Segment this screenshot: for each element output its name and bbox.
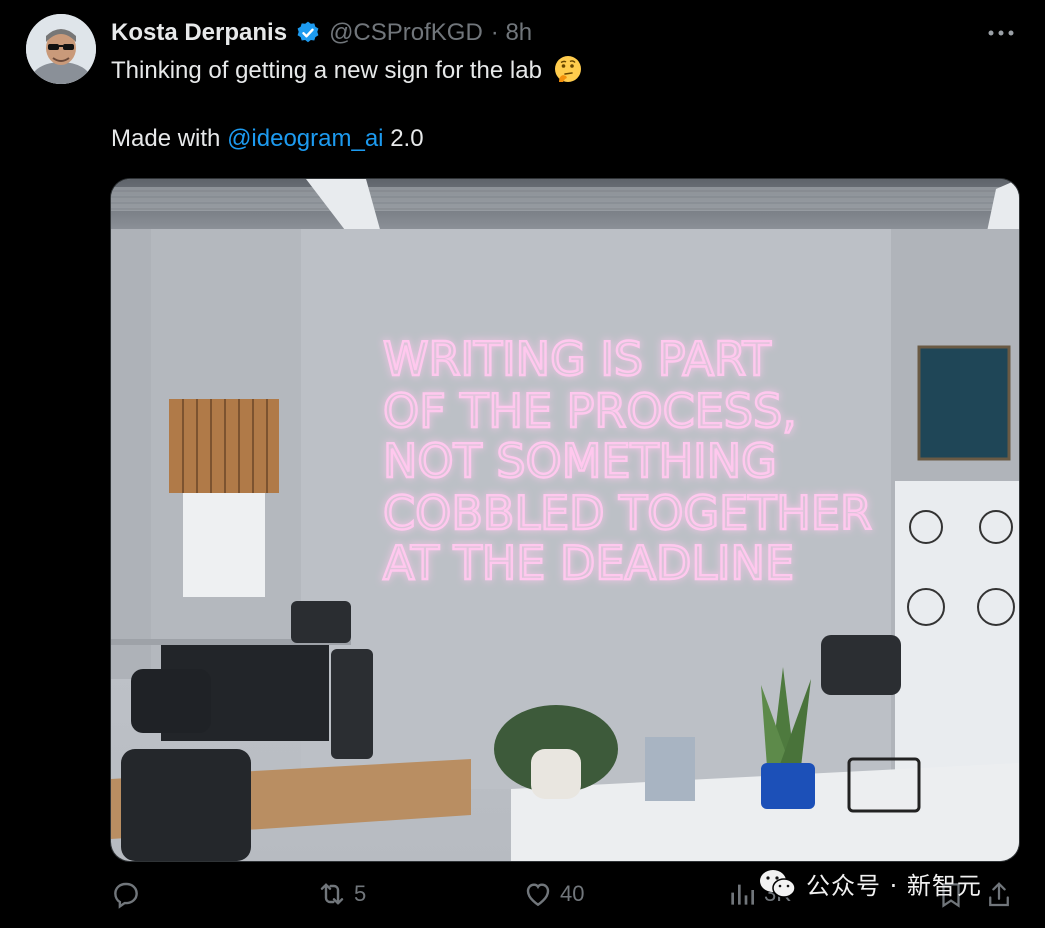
more-icon[interactable] [985, 20, 1017, 46]
like-button[interactable]: 40 [522, 878, 584, 910]
retweet-count: 5 [354, 881, 367, 906]
neon-line-5: AT THE DEADLINE [383, 536, 794, 590]
like-count: 40 [560, 881, 585, 906]
author-handle[interactable]: @CSProfKGD [329, 19, 483, 47]
made-with-text: Made with [111, 125, 221, 152]
author-name[interactable]: Kosta Derpanis [111, 19, 287, 47]
wechat-icon [760, 869, 796, 898]
tweet-text-line2: Made with @ideogram_ai 2.0 [111, 122, 1011, 156]
version-text: 2.0 [390, 125, 424, 152]
tweet-text: Thinking of getting a new sign for the l… [111, 54, 1011, 156]
avatar[interactable] [26, 14, 96, 84]
retweet-icon [320, 883, 344, 905]
tweet-header: Kosta Derpanis @CSProfKGD · 8h [111, 18, 532, 48]
views-icon [731, 884, 754, 905]
neon-line-4: COBBLED TOGETHER [383, 486, 872, 540]
verified-icon [297, 21, 319, 43]
neon-line-3: NOT SOMETHING [383, 434, 777, 488]
neon-line-2: OF THE PROCESS, [383, 384, 797, 438]
office-neon-sign-image: WRITING IS PART OF THE PROCESS, NOT SOME… [111, 179, 1019, 861]
retweet-button[interactable]: 5 [316, 878, 366, 910]
neon-line-1: WRITING IS PART [383, 332, 772, 386]
tweet-image[interactable]: WRITING IS PART OF THE PROCESS, NOT SOME… [110, 178, 1020, 862]
tweet-text-main: Thinking of getting a new sign for the l… [111, 57, 542, 84]
wechat-watermark: 公众号 · 新智元 [758, 866, 982, 901]
like-icon [526, 883, 550, 907]
thinking-emoji-icon [554, 56, 581, 82]
avatar-image [26, 14, 96, 84]
mention-link[interactable]: @ideogram_ai [227, 125, 383, 152]
reply-button[interactable] [110, 878, 148, 910]
watermark-text: 公众号 · 新智元 [806, 872, 982, 900]
share-icon[interactable] [984, 880, 1014, 910]
tweet-time[interactable]: · 8h [491, 19, 532, 47]
tweet-text-line1: Thinking of getting a new sign for the l… [111, 54, 1011, 88]
reply-icon [114, 882, 138, 909]
